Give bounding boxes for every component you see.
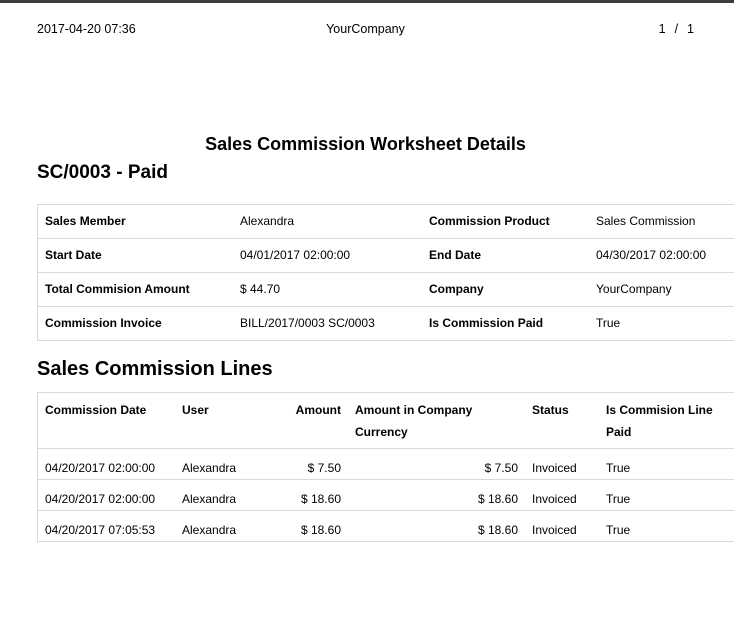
- report-title: Sales Commission Worksheet Details: [37, 133, 694, 155]
- line-amount-cell: $ 18.60: [259, 480, 348, 511]
- line-paid-cell: True: [599, 449, 734, 480]
- summary-label: Total Commision Amount: [38, 273, 234, 307]
- summary-value: BILL/2017/0003 SC/0003: [233, 307, 422, 341]
- line-date-cell: 04/20/2017 02:00:00: [38, 449, 176, 480]
- column-header-amount: Amount: [259, 393, 348, 449]
- line-amount-cell: $ 7.50: [259, 449, 348, 480]
- column-header-is-commision-line-paid: Is Commision Line Paid: [599, 393, 734, 449]
- line-amount-company-cell: $ 7.50: [348, 449, 525, 480]
- summary-value: 04/01/2017 02:00:00: [233, 239, 422, 273]
- lines-table: Commission Date User Amount Amount in Co…: [37, 392, 734, 542]
- summary-label: Commission Product: [422, 205, 589, 239]
- column-header-status: Status: [525, 393, 599, 449]
- page-header: 2017-04-20 07:36 YourCompany 1 / 1: [37, 22, 694, 36]
- summary-table: Sales Member Alexandra Commission Produc…: [37, 204, 734, 341]
- report-content: 2017-04-20 07:36 YourCompany 1 / 1 Sales C…: [37, 22, 694, 542]
- line-user-cell: Alexandra: [175, 480, 259, 511]
- line-status-cell: Invoiced: [525, 480, 599, 511]
- column-header-amount-company-currency: Amount in Company Currency: [348, 393, 525, 449]
- line-amount-company-cell: $ 18.60: [348, 480, 525, 511]
- report-page: { "colors": { "top_bar": "#3c3c3c", "tab…: [0, 0, 734, 624]
- summary-label: Company: [422, 273, 589, 307]
- summary-value: Alexandra: [233, 205, 422, 239]
- column-header-amount-company-currency-label: Amount in Company Currency: [355, 399, 477, 443]
- summary-label: Commission Invoice: [38, 307, 234, 341]
- top-border: [0, 0, 734, 3]
- line-row: 04/20/2017 07:05:53 Alexandra $ 18.60 $ …: [38, 511, 734, 542]
- line-user-cell: Alexandra: [175, 511, 259, 542]
- summary-row: Sales Member Alexandra Commission Produc…: [38, 205, 734, 239]
- page-number-separator: /: [675, 22, 678, 36]
- line-date-cell: 04/20/2017 07:05:53: [38, 511, 176, 542]
- report-datetime: 2017-04-20 07:36: [37, 22, 256, 36]
- summary-label: Is Commission Paid: [422, 307, 589, 341]
- summary-value: 04/30/2017 02:00:00: [589, 239, 734, 273]
- line-status-cell: Invoiced: [525, 511, 599, 542]
- summary-label: End Date: [422, 239, 589, 273]
- line-status-cell: Invoiced: [525, 449, 599, 480]
- summary-row: Commission Invoice BILL/2017/0003 SC/000…: [38, 307, 734, 341]
- column-header-commission-date: Commission Date: [38, 393, 176, 449]
- summary-label: Sales Member: [38, 205, 234, 239]
- lines-header-row: Commission Date User Amount Amount in Co…: [38, 393, 734, 449]
- company-name: YourCompany: [256, 22, 475, 36]
- page-number-current: 1: [659, 22, 666, 36]
- summary-label: Start Date: [38, 239, 234, 273]
- summary-value: YourCompany: [589, 273, 734, 307]
- worksheet-heading: SC/0003 - Paid: [37, 161, 694, 184]
- line-paid-cell: True: [599, 511, 734, 542]
- line-row: 04/20/2017 02:00:00 Alexandra $ 18.60 $ …: [38, 480, 734, 511]
- line-date-cell: 04/20/2017 02:00:00: [38, 480, 176, 511]
- summary-row: Start Date 04/01/2017 02:00:00 End Date …: [38, 239, 734, 273]
- line-user-cell: Alexandra: [175, 449, 259, 480]
- summary-value: Sales Commission: [589, 205, 734, 239]
- page-number: 1 / 1: [475, 22, 694, 36]
- line-paid-cell: True: [599, 480, 734, 511]
- line-row: 04/20/2017 02:00:00 Alexandra $ 7.50 $ 7…: [38, 449, 734, 480]
- summary-value: $ 44.70: [233, 273, 422, 307]
- line-amount-cell: $ 18.60: [259, 511, 348, 542]
- column-header-is-commision-line-paid-label: Is Commision Line Paid: [606, 399, 728, 443]
- page-number-total: 1: [687, 22, 694, 36]
- lines-heading: Sales Commission Lines: [37, 358, 694, 381]
- summary-value: True: [589, 307, 734, 341]
- summary-row: Total Commision Amount $ 44.70 Company Y…: [38, 273, 734, 307]
- column-header-user: User: [175, 393, 259, 449]
- line-amount-company-cell: $ 18.60: [348, 511, 525, 542]
